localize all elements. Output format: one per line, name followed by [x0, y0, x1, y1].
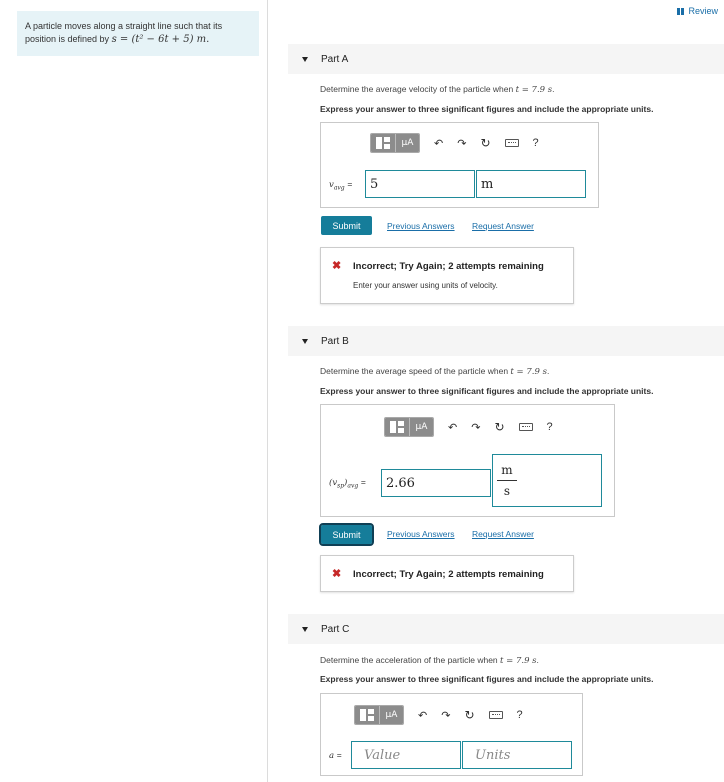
part-a-value-input[interactable]: 5: [365, 170, 475, 198]
review-link[interactable]: Review: [677, 6, 718, 16]
units-denominator: s: [503, 484, 511, 498]
part-b-question-text: Determine the average speed of the parti…: [320, 366, 511, 376]
units-fraction: m s: [497, 463, 517, 498]
redo-icon[interactable]: ↷: [441, 709, 450, 722]
part-b-variable-label: (vsp)avg =: [329, 477, 366, 490]
part-a-question-text: Determine the average velocity of the pa…: [320, 84, 516, 94]
part-b-instruction: Express your answer to three significant…: [320, 386, 654, 396]
part-b-submit-button[interactable]: Submit: [319, 523, 374, 546]
part-b-feedback-status: Incorrect; Try Again; 2 attempts remaini…: [353, 569, 544, 580]
units-numerator: m: [501, 463, 513, 477]
part-b-request-answer-link[interactable]: Request Answer: [472, 529, 534, 539]
redo-icon[interactable]: ↷: [457, 137, 466, 150]
part-a-time: t = 7.9 s: [515, 85, 553, 95]
keyboard-icon[interactable]: [504, 139, 519, 147]
reset-icon[interactable]: ↻: [494, 420, 504, 434]
part-a-units-input[interactable]: m: [476, 170, 586, 198]
part-b-value-input[interactable]: 2.66: [381, 469, 491, 497]
part-c-instruction: Express your answer to three significant…: [320, 674, 654, 684]
var-symbol: a: [329, 751, 335, 761]
collapse-arrow-icon[interactable]: [302, 626, 308, 632]
part-c-toolbar: μA ↶ ↷ ↻ ?: [354, 705, 523, 725]
incorrect-icon: ✖: [332, 260, 342, 272]
part-b-title: Part B: [321, 335, 349, 347]
part-a-question-end: .: [552, 84, 555, 94]
templates-button[interactable]: [371, 134, 395, 152]
templates-icon: [360, 709, 374, 721]
part-a-feedback: ✖ Incorrect; Try Again; 2 attempts remai…: [320, 247, 574, 304]
reset-icon[interactable]: ↻: [480, 136, 490, 150]
var-symbol: (v: [329, 478, 338, 488]
problem-panel: A particle moves along a straight line s…: [0, 0, 268, 782]
part-b-header[interactable]: Part B: [288, 326, 724, 356]
var-subscript: avg: [333, 184, 345, 192]
part-a-variable-label: vavg =: [329, 179, 353, 192]
part-a-submit-button[interactable]: Submit: [321, 216, 372, 235]
var-subscript: sp: [337, 482, 345, 490]
part-c-answer-box: μA ↶ ↷ ↻ ? a = Value Units: [320, 693, 583, 776]
part-b-units-input[interactable]: m s: [492, 454, 602, 507]
help-icon[interactable]: ?: [533, 137, 539, 149]
part-b-time: t = 7.9 s: [510, 367, 547, 377]
undo-icon[interactable]: ↶: [418, 709, 427, 722]
part-b-toolbar: μA ↶ ↷ ↻ ?: [384, 417, 553, 437]
part-c-title: Part C: [321, 623, 350, 635]
help-icon[interactable]: ?: [547, 421, 553, 433]
units-symbol-button[interactable]: μA: [379, 706, 403, 724]
part-c-question-end: .: [536, 655, 539, 665]
mu-icon: μA: [401, 138, 414, 148]
template-group: μA: [384, 417, 434, 437]
templates-icon: [390, 421, 404, 433]
part-c-question-text: Determine the acceleration of the partic…: [320, 655, 501, 665]
part-c-time: t = 7.9 s: [500, 656, 537, 666]
units-symbol-button[interactable]: μA: [395, 134, 419, 152]
templates-button[interactable]: [355, 706, 379, 724]
units-symbol-button[interactable]: μA: [409, 418, 433, 436]
help-icon[interactable]: ?: [517, 709, 523, 721]
keyboard-icon[interactable]: [488, 711, 503, 719]
part-b-question-end: .: [546, 366, 550, 376]
incorrect-icon: ✖: [332, 568, 342, 580]
part-b-question: Determine the average speed of the parti…: [320, 366, 549, 377]
part-a-header[interactable]: Part A: [288, 44, 724, 74]
part-a-request-answer-link[interactable]: Request Answer: [472, 221, 534, 231]
part-c-question: Determine the acceleration of the partic…: [320, 655, 539, 666]
templates-icon: [376, 137, 390, 149]
keyboard-icon[interactable]: [518, 423, 533, 431]
mu-icon: μA: [385, 710, 398, 720]
part-b-feedback: ✖ Incorrect; Try Again; 2 attempts remai…: [320, 555, 574, 592]
part-c-units-input[interactable]: Units: [462, 741, 572, 769]
problem-statement: A particle moves along a straight line s…: [17, 11, 259, 56]
template-group: μA: [370, 133, 420, 153]
templates-button[interactable]: [385, 418, 409, 436]
part-a-previous-answers-link[interactable]: Previous Answers: [387, 221, 455, 231]
review-icon: [677, 7, 685, 15]
undo-icon[interactable]: ↶: [448, 421, 457, 434]
part-a-feedback-hint: Enter your answer using units of velocit…: [353, 281, 498, 290]
mu-icon: μA: [415, 422, 428, 432]
part-a-title: Part A: [321, 53, 349, 65]
part-c-header[interactable]: Part C: [288, 614, 724, 644]
part-a-instruction: Express your answer to three significant…: [320, 104, 654, 114]
review-label: Review: [688, 6, 718, 16]
collapse-arrow-icon[interactable]: [302, 338, 308, 344]
part-a-feedback-status: Incorrect; Try Again; 2 attempts remaini…: [353, 261, 544, 272]
fraction-bar: [497, 480, 517, 481]
collapse-arrow-icon[interactable]: [302, 56, 308, 62]
position-equation: s = (t² − 6t + 5) m.: [111, 34, 210, 45]
undo-icon[interactable]: ↶: [434, 137, 443, 150]
reset-icon[interactable]: ↻: [464, 708, 474, 722]
part-b-previous-answers-link[interactable]: Previous Answers: [387, 529, 455, 539]
part-a-answer-box: μA ↶ ↷ ↻ ? vavg = 5 m: [320, 122, 599, 208]
part-a-question: Determine the average velocity of the pa…: [320, 84, 555, 95]
part-c-value-input[interactable]: Value: [351, 741, 461, 769]
part-b-answer-box: μA ↶ ↷ ↻ ? (vsp)avg = 2.66 m s: [320, 404, 615, 517]
var-subscript-2: avg: [347, 482, 359, 490]
part-a-toolbar: μA ↶ ↷ ↻ ?: [370, 133, 539, 153]
part-c-variable-label: a =: [329, 750, 342, 761]
redo-icon[interactable]: ↷: [471, 421, 480, 434]
template-group: μA: [354, 705, 404, 725]
